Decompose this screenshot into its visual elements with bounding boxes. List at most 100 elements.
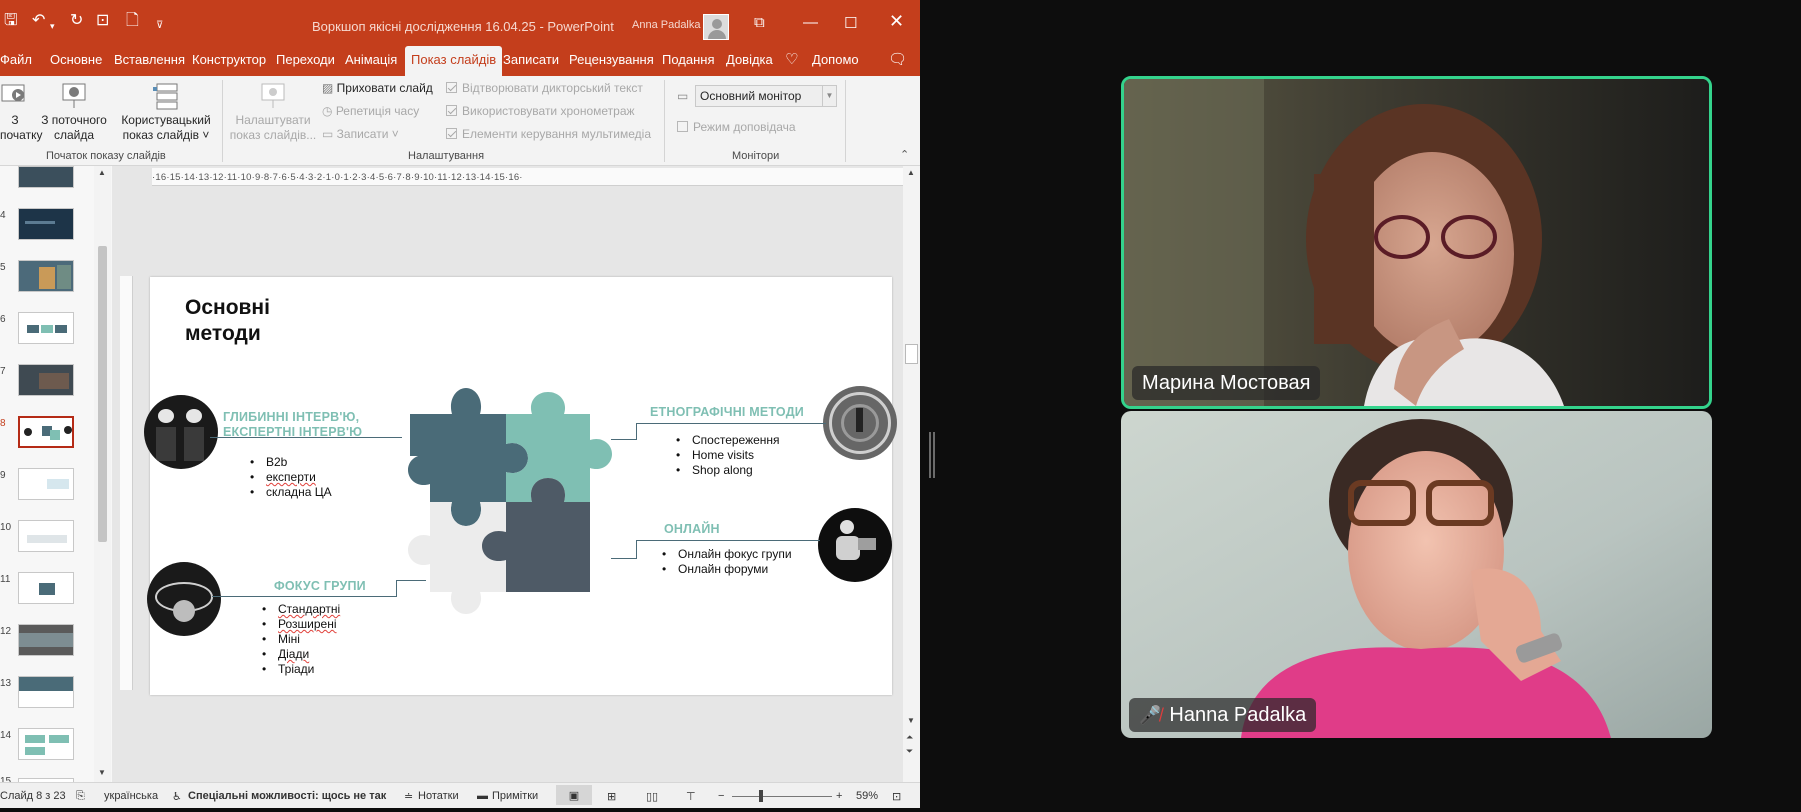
slide-thumbnail[interactable] bbox=[18, 364, 74, 396]
zoom-slider-handle[interactable] bbox=[759, 790, 763, 802]
reading-view-icon[interactable]: ▯▯ bbox=[646, 790, 658, 803]
scroll-up-icon[interactable]: ▲ bbox=[98, 168, 106, 177]
monitor-select[interactable]: Основний монітор ▼ bbox=[695, 85, 837, 107]
rehearse-timings-button[interactable]: ◷ Репетиція часу bbox=[322, 104, 419, 118]
use-timings-checkbox[interactable]: Використовувати хронометраж bbox=[446, 104, 635, 118]
accessibility-status[interactable]: Спеціальні можливості: щось не так bbox=[188, 790, 386, 802]
account-name[interactable]: Anna Padalka bbox=[632, 19, 701, 31]
custom-show-button[interactable]: Користувацький показ слайдів ˅ bbox=[120, 82, 212, 143]
scroll-down-icon[interactable]: ▼ bbox=[907, 716, 915, 725]
tab-help[interactable]: Довідка bbox=[726, 52, 773, 67]
online-photo[interactable] bbox=[818, 508, 892, 582]
undo-dropdown-icon[interactable]: ▾ bbox=[50, 18, 55, 34]
customize-toolbar-icon[interactable]: ⊽ bbox=[156, 18, 163, 34]
slide-counter[interactable]: Слайд 8 з 23 bbox=[0, 790, 66, 802]
setup-slide-show-button[interactable]: Налаштувати показ слайдів... bbox=[228, 82, 318, 143]
slide-thumbnail[interactable] bbox=[18, 312, 74, 344]
slide-thumbnail[interactable] bbox=[18, 166, 74, 188]
scroll-thumb[interactable] bbox=[905, 344, 918, 364]
tab-design[interactable]: Конструктор bbox=[192, 52, 266, 67]
online-list[interactable]: Онлайн фокус групи Онлайн форуми bbox=[662, 547, 792, 577]
account-avatar[interactable] bbox=[703, 14, 729, 40]
language-indicator[interactable]: українська bbox=[104, 790, 158, 802]
slide-title[interactable]: Основні методи bbox=[185, 295, 270, 347]
interview-photo[interactable] bbox=[144, 395, 218, 469]
slide-sorter-icon[interactable]: ⊞ bbox=[607, 790, 616, 803]
slide-thumbnail[interactable] bbox=[18, 520, 74, 552]
from-current-slide-button[interactable]: З поточного слайда bbox=[38, 82, 110, 143]
fit-slide-icon[interactable]: ⊡ bbox=[892, 790, 901, 803]
tab-slide-show[interactable]: Показ слайдів bbox=[405, 46, 503, 76]
new-file-icon[interactable]: 🗋 bbox=[126, 13, 139, 29]
scroll-up-icon[interactable]: ▲ bbox=[907, 168, 915, 177]
focus-groups-list[interactable]: Стандартні Розширені Міні Діади Тріади bbox=[262, 602, 340, 677]
slide-thumbnail[interactable] bbox=[18, 676, 74, 708]
present-from-start-icon[interactable]: ⊡ bbox=[96, 13, 109, 29]
zoom-in-icon[interactable]: + bbox=[836, 790, 842, 802]
participant-video-1[interactable]: Марина Мостовая bbox=[1121, 76, 1712, 409]
online-heading[interactable]: ОНЛАЙН bbox=[664, 522, 720, 537]
comments-icon[interactable]: 🗨 bbox=[888, 50, 907, 68]
focus-group-photo[interactable] bbox=[147, 562, 221, 636]
tab-review[interactable]: Рецензування bbox=[569, 52, 654, 67]
from-beginning-button[interactable]: З початку bbox=[0, 82, 42, 143]
slide-thumbnail[interactable] bbox=[18, 572, 74, 604]
slide-canvas[interactable]: Основні методи ГЛИБИННІ ІНТЕРВ'Ю, ЕКСПЕР… bbox=[144, 277, 897, 695]
deep-interviews-heading[interactable]: ГЛИБИННІ ІНТЕРВ'Ю, ЕКСПЕРТНІ ІНТЕРВ'Ю bbox=[223, 410, 362, 440]
ethnography-photo[interactable] bbox=[823, 386, 897, 460]
collapse-ribbon-icon[interactable]: ⌃ bbox=[900, 148, 909, 161]
tab-record[interactable]: Записати bbox=[503, 52, 559, 67]
participant-name-tag: 🎤̸ Hanna Padalka bbox=[1129, 698, 1317, 732]
slide-thumbnail-selected[interactable] bbox=[18, 416, 74, 448]
record-button[interactable]: ▭ Записати ˅ bbox=[322, 127, 399, 141]
horizontal-ruler: ·16·15·14·13·12·11·10·9·8·7·6·5·4·3·2·1·… bbox=[152, 168, 904, 186]
slideshow-view-icon[interactable]: ⊤ bbox=[686, 790, 696, 803]
tab-tell-me[interactable]: Допомо bbox=[812, 52, 859, 67]
presenter-view-checkbox[interactable]: Режим доповідача bbox=[677, 120, 796, 134]
setup-label-1: Налаштувати bbox=[235, 113, 311, 127]
thumb-number: 11 bbox=[0, 574, 11, 585]
slide-thumbnail[interactable] bbox=[18, 624, 74, 656]
ethnographic-list[interactable]: Спостереження Home visits Shop along bbox=[676, 433, 780, 478]
redo-icon[interactable]: ↻ bbox=[70, 13, 83, 29]
zoom-slider[interactable] bbox=[732, 796, 832, 797]
tab-home[interactable]: Основне bbox=[50, 52, 102, 67]
slide-thumbnail[interactable] bbox=[18, 468, 74, 500]
tab-insert[interactable]: Вставлення bbox=[114, 52, 185, 67]
tab-file[interactable]: Файл bbox=[0, 52, 32, 67]
panel-splitter[interactable] bbox=[929, 432, 935, 478]
tab-view[interactable]: Подання bbox=[662, 52, 715, 67]
maximize-icon[interactable]: ☐ bbox=[844, 14, 857, 32]
focus-groups-heading[interactable]: ФОКУС ГРУПИ bbox=[274, 579, 366, 594]
zoom-out-icon[interactable]: − bbox=[718, 790, 724, 802]
spelling-icon[interactable]: ⎘ bbox=[76, 790, 85, 803]
undo-icon[interactable]: ↶ bbox=[32, 13, 45, 29]
hide-slide-button[interactable]: ▨ Приховати слайд bbox=[322, 81, 433, 95]
ethnographic-heading[interactable]: ЕТНОГРАФІЧНІ МЕТОДИ bbox=[650, 405, 804, 420]
slide-thumbnail[interactable] bbox=[18, 208, 74, 240]
scroll-thumb[interactable] bbox=[98, 246, 107, 542]
slide-thumbnail[interactable] bbox=[18, 728, 74, 760]
ribbon-display-icon[interactable]: ⧉ bbox=[754, 14, 765, 31]
scroll-down-icon[interactable]: ▼ bbox=[98, 768, 106, 777]
slide-thumbnail[interactable] bbox=[18, 260, 74, 292]
group-separator bbox=[222, 80, 223, 162]
notes-button[interactable]: Нотатки bbox=[418, 790, 459, 802]
next-slide-icon[interactable]: ⏷ bbox=[906, 746, 913, 757]
participant-video-2[interactable]: 🎤̸ Hanna Padalka bbox=[1121, 411, 1712, 738]
thumbnails-scrollbar[interactable]: ▲ ▼ bbox=[94, 166, 111, 782]
media-controls-checkbox[interactable]: Елементи керування мультимедіа bbox=[446, 127, 651, 141]
close-icon[interactable]: ✕ bbox=[889, 11, 904, 32]
previous-slide-icon[interactable]: ⏶ bbox=[906, 732, 913, 743]
minimize-icon[interactable]: — bbox=[803, 14, 818, 31]
connector-line bbox=[636, 423, 637, 440]
tab-transitions[interactable]: Переходи bbox=[276, 52, 335, 67]
normal-view-icon[interactable]: ▣ bbox=[556, 785, 592, 805]
deep-interviews-list[interactable]: B2b експерти складна ЦА bbox=[250, 455, 332, 500]
save-icon[interactable]: 🖫 bbox=[4, 13, 18, 29]
editor-scrollbar[interactable]: ▲ ▼ ⏶ ⏷ bbox=[903, 166, 920, 782]
tab-animations[interactable]: Анімація bbox=[345, 52, 397, 67]
play-narrations-checkbox[interactable]: Відтворювати дикторський текст bbox=[446, 81, 643, 95]
zoom-level[interactable]: 59% bbox=[856, 790, 878, 802]
comments-button[interactable]: Примітки bbox=[492, 790, 538, 802]
